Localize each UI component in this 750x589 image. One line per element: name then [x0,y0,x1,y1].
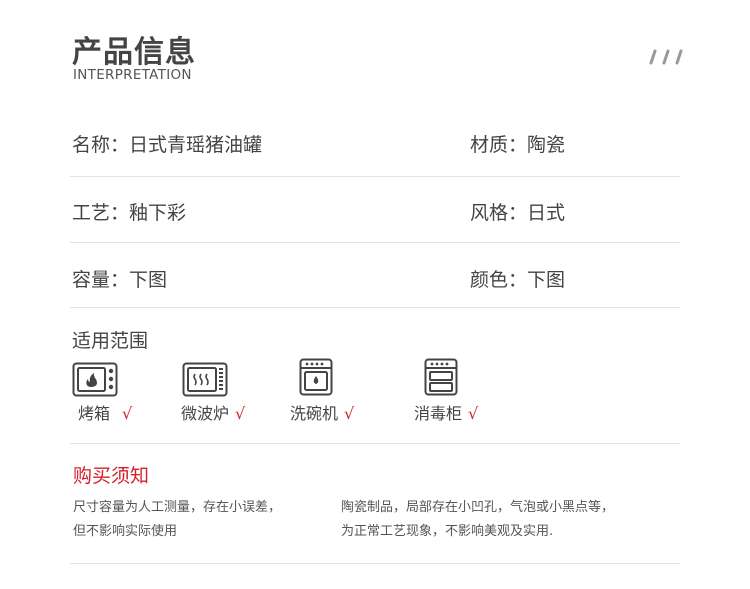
applicable-item-label: 微波炉 [181,404,230,423]
check-icon: √ [235,404,246,423]
applicable-item-label: 洗碗机 [290,404,339,423]
decorative-slashes-icon [649,49,683,65]
oven-icon [72,362,118,397]
divider [70,443,680,444]
applicable-item-sterilizer: 消毒柜 √ [414,400,478,424]
spec-color: 颜色：下图 [470,269,566,291]
spec-craft: 工艺：釉下彩 [72,202,187,224]
notice-line: 尺寸容量为人工测量，存在小误差， [73,500,282,515]
microwave-icon [182,362,228,397]
applicable-item-dishwasher: 洗碗机 √ [290,400,354,424]
spec-name: 名称：日式青瑶猪油罐 [72,134,263,156]
notice-title: 购买须知 [73,465,150,487]
sterilizer-icon [424,358,458,396]
notice-line: 陶瓷制品，局部存在小凹孔，气泡或小黑点等， [341,500,615,515]
applicable-label: 适用范围 [72,330,149,352]
page-title: 产品信息 [72,35,196,70]
check-icon: √ [344,404,355,423]
divider [70,563,680,564]
dishwasher-icon [299,358,333,396]
check-icon: √ [122,404,133,423]
page-subtitle: INTERPRETATION [73,67,192,83]
divider [70,307,680,308]
divider [70,176,680,177]
applicable-item-label: 消毒柜 [414,404,463,423]
check-icon: √ [468,404,479,423]
applicable-item-label: 烤箱 [78,404,111,423]
applicable-item-oven: 烤箱 √ [78,400,132,424]
notice-left-text: 尺寸容量为人工测量，存在小误差， 但不影响实际使用 [73,496,281,544]
applicable-item-microwave: 微波炉 √ [181,400,245,424]
spec-capacity: 容量：下图 [72,269,168,291]
spec-material: 材质：陶瓷 [470,134,566,156]
notice-right-text: 陶瓷制品，局部存在小凹孔，气泡或小黑点等， 为正常工艺现象，不影响美观及实用. [341,496,614,544]
notice-line: 为正常工艺现象，不影响美观及实用. [341,524,554,539]
spec-style: 风格：日式 [470,202,566,224]
divider [70,242,680,243]
notice-line: 但不影响实际使用 [73,524,178,539]
